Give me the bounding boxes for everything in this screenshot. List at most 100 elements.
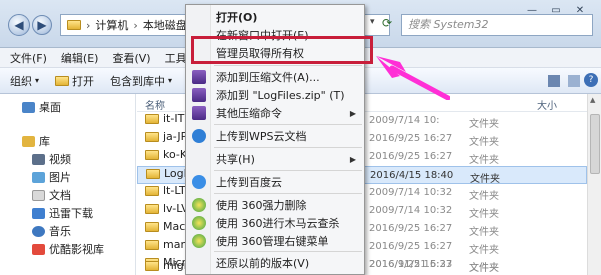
menu-item-restore-versions[interactable]: 还原以前的版本(V) bbox=[186, 253, 364, 273]
download-icon bbox=[32, 207, 45, 219]
file-type: 文件夹 bbox=[469, 245, 499, 256]
menu-item-label: 使用 360强力删除 bbox=[216, 199, 307, 212]
open-folder-icon bbox=[55, 75, 70, 86]
file-date: 2009/7/14 10:32 bbox=[369, 205, 453, 216]
sidebar-item-documents[interactable]: 文档 bbox=[32, 187, 71, 203]
winrar-icon bbox=[192, 70, 206, 84]
menu-item-label: 上传到百度云 bbox=[216, 176, 282, 189]
organize-button[interactable]: 组织 ▾ bbox=[10, 73, 39, 89]
menu-item-share[interactable]: 共享(H) ▶ bbox=[186, 149, 364, 169]
open-label: 打开 bbox=[72, 74, 95, 88]
menu-item-label: 添加到 "LogFiles.zip" (T) bbox=[216, 89, 345, 102]
breadcrumb-item[interactable]: 计算机 bbox=[95, 17, 128, 33]
file-date: 2016/9/25 16:27 bbox=[369, 223, 453, 234]
menu-item-label: 共享(H) bbox=[216, 153, 255, 166]
desktop-icon bbox=[22, 101, 35, 113]
menu-item-add-to-archive[interactable]: 添加到压缩文件(A)... bbox=[186, 67, 364, 87]
minimize-icon[interactable]: — bbox=[523, 4, 541, 18]
sidebar-item-youku[interactable]: 优酷影视库 bbox=[32, 241, 104, 257]
column-name[interactable]: 名称 bbox=[145, 97, 165, 112]
menu-tools[interactable]: 工具 bbox=[165, 50, 187, 66]
menu-item-label: 使用 360进行木马云查杀 bbox=[216, 217, 340, 230]
menu-item-label: 其他压缩命令 bbox=[216, 107, 282, 120]
file-type: 文件夹 bbox=[469, 119, 499, 130]
menu-separator bbox=[214, 124, 362, 125]
menu-separator bbox=[214, 65, 362, 66]
file-date: 2016/9/25 16:27 bbox=[369, 259, 453, 270]
baidu-cloud-icon bbox=[192, 175, 206, 189]
include-in-library-button[interactable]: 包含到库中 ▾ bbox=[110, 73, 172, 89]
folder-icon bbox=[145, 113, 159, 124]
menu-edit[interactable]: 编辑(E) bbox=[61, 50, 99, 66]
submenu-arrow-icon: ▶ bbox=[349, 108, 356, 118]
menu-item-label: 还原以前的版本(V) bbox=[216, 257, 310, 270]
menu-item-360-delete[interactable]: 使用 360强力删除 bbox=[186, 195, 364, 215]
folder-icon bbox=[145, 149, 159, 160]
open-button[interactable]: 打开 bbox=[55, 73, 94, 89]
sidebar-item-label: 迅雷下载 bbox=[49, 207, 93, 220]
document-icon bbox=[32, 189, 45, 201]
menu-file[interactable]: 文件(F) bbox=[10, 50, 47, 66]
file-date: 2016/4/15 18:40 bbox=[370, 170, 454, 181]
menu-item-upload-baidu[interactable]: 上传到百度云 bbox=[186, 172, 364, 192]
sidebar-item-downloads[interactable]: 迅雷下载 bbox=[32, 205, 93, 221]
vertical-scrollbar[interactable]: ▲ bbox=[587, 94, 601, 275]
folder-icon bbox=[145, 221, 159, 232]
wps-cloud-icon bbox=[192, 129, 206, 143]
sidebar-item-label: 文档 bbox=[49, 189, 71, 202]
menu-item-360-manage[interactable]: 使用 360管理右键菜单 bbox=[186, 231, 364, 251]
submenu-arrow-icon: ▶ bbox=[349, 154, 356, 164]
file-name: lt-LT bbox=[163, 184, 186, 197]
menu-item-label: 打开(O) bbox=[216, 11, 258, 24]
menu-separator bbox=[214, 193, 362, 194]
file-type: 文件夹 bbox=[469, 227, 499, 238]
breadcrumb-item[interactable]: 本地磁盘 bbox=[143, 17, 187, 33]
sidebar-item-label: 库 bbox=[39, 135, 50, 148]
sidebar-item-video[interactable]: 视频 bbox=[32, 151, 71, 167]
help-icon[interactable]: ? bbox=[584, 73, 598, 87]
menu-item-open[interactable]: 打开(O) bbox=[186, 7, 364, 27]
file-date: 2016/9/25 16:27 bbox=[369, 133, 453, 144]
chevron-down-icon: ▾ bbox=[35, 76, 40, 85]
picture-icon bbox=[32, 171, 45, 183]
sidebar-item-pictures[interactable]: 图片 bbox=[32, 169, 71, 185]
organize-label: 组织 bbox=[10, 74, 32, 88]
winrar-icon bbox=[192, 88, 206, 102]
refresh-icon[interactable]: ⟳ bbox=[382, 16, 392, 30]
360-icon bbox=[192, 216, 206, 230]
sidebar-item-label: 视频 bbox=[49, 153, 71, 166]
menu-item-upload-wps[interactable]: 上传到WPS云文档 bbox=[186, 126, 364, 146]
menu-item-other-compress[interactable]: 其他压缩命令 ▶ bbox=[186, 103, 364, 123]
library-icon bbox=[22, 135, 35, 147]
scroll-up-icon[interactable]: ▲ bbox=[590, 96, 595, 104]
file-type: 文件夹 bbox=[470, 174, 500, 185]
menu-item-360-scan[interactable]: 使用 360进行木马云查杀 bbox=[186, 213, 364, 233]
folder-icon bbox=[146, 168, 160, 179]
scrollbar-thumb[interactable] bbox=[590, 114, 600, 174]
column-size[interactable]: 大小 bbox=[537, 97, 557, 112]
menu-item-label: 上传到WPS云文档 bbox=[216, 130, 307, 143]
file-date: 2016/9/25 16:27 bbox=[369, 151, 453, 162]
folder-icon bbox=[145, 131, 159, 142]
folder-icon bbox=[67, 20, 81, 30]
forward-button[interactable]: ▶ bbox=[32, 15, 52, 35]
sidebar-item-music[interactable]: 音乐 bbox=[32, 223, 71, 239]
back-button[interactable]: ◀ bbox=[8, 14, 30, 36]
winrar-icon bbox=[192, 106, 206, 120]
dropdown-icon[interactable]: ▾ bbox=[370, 17, 375, 27]
menu-separator bbox=[214, 170, 362, 171]
file-date: 2016/9/25 16:27 bbox=[369, 241, 453, 252]
sidebar-item-library[interactable]: 库 bbox=[22, 133, 50, 149]
menu-view[interactable]: 查看(V) bbox=[112, 50, 150, 66]
360-icon bbox=[192, 234, 206, 248]
sidebar-item-label: 音乐 bbox=[49, 225, 71, 238]
preview-pane-icon[interactable] bbox=[568, 75, 580, 87]
maximize-icon[interactable]: ▭ bbox=[547, 4, 565, 18]
video-icon bbox=[32, 153, 45, 165]
view-options-icon[interactable] bbox=[548, 75, 560, 87]
menu-item-add-to-zip[interactable]: 添加到 "LogFiles.zip" (T) bbox=[186, 85, 364, 105]
sidebar-item-desktop[interactable]: 桌面 bbox=[22, 99, 61, 115]
folder-icon bbox=[145, 260, 159, 271]
menu-separator bbox=[214, 147, 362, 148]
close-icon[interactable]: ✕ bbox=[571, 4, 589, 18]
